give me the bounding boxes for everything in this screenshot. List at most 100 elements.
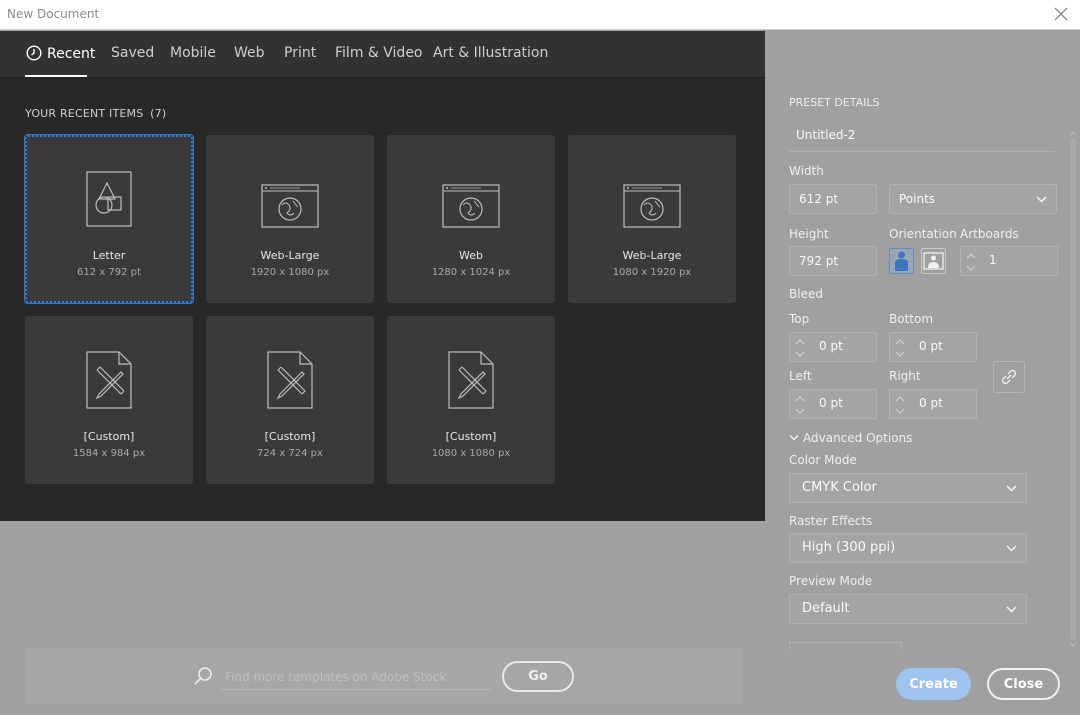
advanced-options-label: Advanced Options <box>803 431 913 445</box>
go-button[interactable]: Go <box>502 661 574 692</box>
color-mode-value: CMYK Color <box>802 480 877 495</box>
print-document-icon <box>86 171 132 227</box>
preset-name: Web-Large <box>622 249 682 262</box>
raster-effects-value: High (300 ppi) <box>802 540 896 555</box>
raster-effects-label: Raster Effects <box>789 514 873 528</box>
preset-card-web-large[interactable]: Web-Large 1920 x 1080 px <box>206 135 374 303</box>
stepper-arrows-icon[interactable] <box>965 250 977 274</box>
advanced-options-toggle[interactable]: Advanced Options <box>789 431 912 445</box>
bleed-left-value: 0 pt <box>819 396 843 410</box>
preset-dimensions: 612 x 792 pt <box>77 267 141 278</box>
window-title: New Document <box>7 7 100 21</box>
stepper-arrows-icon[interactable] <box>894 336 906 360</box>
orientation-label: Orientation <box>889 227 957 241</box>
presets-panel: Recent Saved Mobile Web Print Film & Vid… <box>0 31 765 521</box>
preset-name: Letter <box>92 249 126 262</box>
preset-card-letter[interactable]: Letter 612 x 792 pt <box>24 134 194 304</box>
chevron-down-icon <box>789 435 799 441</box>
recent-items-heading: YOUR RECENT ITEMS (7) <box>25 107 166 120</box>
stepper-arrows-icon[interactable] <box>794 393 806 417</box>
artboards-stepper[interactable]: 1 <box>960 246 1058 276</box>
bleed-left-label: Left <box>789 369 812 383</box>
category-tabs: Recent Saved Mobile Web Print Film & Vid… <box>0 31 765 78</box>
close-icon[interactable] <box>1052 5 1070 23</box>
tab-print[interactable]: Print <box>284 45 316 61</box>
units-value: Points <box>899 192 936 206</box>
close-button[interactable]: Close <box>987 668 1060 700</box>
recent-items-count: (7) <box>150 107 167 120</box>
preset-dimensions: 1920 x 1080 px <box>250 267 330 278</box>
portrait-orientation-button[interactable] <box>889 248 914 274</box>
preset-dimensions: 1080 x 1920 px <box>612 267 692 278</box>
preset-card-custom-1[interactable]: [Custom] 1584 x 984 px <box>25 316 193 484</box>
preset-card-web[interactable]: Web 1280 x 1024 px <box>387 135 555 303</box>
bleed-top-stepper[interactable]: 0 pt <box>789 332 877 362</box>
tab-recent[interactable]: Recent <box>26 45 95 62</box>
link-icon <box>1001 369 1017 385</box>
preset-card-custom-3[interactable]: [Custom] 1080 x 1080 px <box>387 316 555 484</box>
bleed-bottom-value: 0 pt <box>919 339 943 353</box>
chevron-down-icon <box>1006 485 1017 492</box>
chevron-down-icon <box>1006 545 1017 552</box>
chevron-down-icon <box>1006 606 1017 613</box>
bleed-label: Bleed <box>789 287 823 301</box>
preset-name: [Custom] <box>264 430 316 443</box>
bleed-bottom-label: Bottom <box>889 312 934 326</box>
bleed-right-value: 0 pt <box>919 396 943 410</box>
bleed-right-label: Right <box>889 369 921 383</box>
landscape-icon <box>923 252 944 270</box>
stepper-arrows-icon[interactable] <box>794 336 806 360</box>
stepper-arrows-icon[interactable] <box>894 393 906 417</box>
preset-name: Web <box>459 249 483 262</box>
web-globe-icon <box>623 184 681 228</box>
raster-effects-select[interactable]: High (300 ppi) <box>789 533 1027 563</box>
width-input[interactable]: 612 pt <box>789 184 877 214</box>
bleed-right-stepper[interactable]: 0 pt <box>889 389 977 419</box>
preview-mode-value: Default <box>802 601 850 616</box>
units-select[interactable]: Points <box>889 184 1057 214</box>
color-mode-select[interactable]: CMYK Color <box>789 473 1027 503</box>
artboards-label: Artboards <box>960 227 1019 241</box>
preset-details-heading: PRESET DETAILS <box>789 96 880 109</box>
search-icon <box>194 667 212 685</box>
preset-name: Web-Large <box>260 249 320 262</box>
panel-scrollbar[interactable] <box>1070 131 1076 651</box>
preset-details-panel: PRESET DETAILS Untitled-2 Width 612 pt P… <box>765 31 1080 715</box>
preview-mode-select[interactable]: Default <box>789 594 1027 624</box>
preset-dimensions: 1584 x 984 px <box>72 448 146 459</box>
link-bleed-button[interactable] <box>993 361 1025 393</box>
template-search-bar: Go <box>25 648 743 704</box>
stock-search-input[interactable] <box>221 664 493 690</box>
preview-mode-label: Preview Mode <box>789 574 873 588</box>
preset-card-web-large-portrait[interactable]: Web-Large 1080 x 1920 px <box>568 135 736 303</box>
web-globe-icon <box>261 184 319 228</box>
preset-card-custom-2[interactable]: [Custom] 724 x 724 px <box>206 316 374 484</box>
bleed-left-stepper[interactable]: 0 pt <box>789 389 877 419</box>
bleed-bottom-stepper[interactable]: 0 pt <box>889 332 977 362</box>
preset-dimensions: 1080 x 1080 px <box>431 448 511 459</box>
preset-dimensions: 724 x 724 px <box>257 448 323 459</box>
preset-name: [Custom] <box>445 430 497 443</box>
tab-saved[interactable]: Saved <box>111 45 154 61</box>
custom-document-icon <box>448 351 494 409</box>
preset-dimensions: 1280 x 1024 px <box>431 267 511 278</box>
title-bar: New Document <box>0 0 1080 30</box>
landscape-orientation-button[interactable] <box>921 248 946 274</box>
create-button[interactable]: Create <box>896 668 971 700</box>
more-template-field[interactable] <box>789 642 902 650</box>
preset-name: [Custom] <box>83 430 135 443</box>
height-input[interactable]: 792 pt <box>789 246 877 276</box>
web-globe-icon <box>442 184 500 228</box>
width-label: Width <box>789 164 824 178</box>
height-label: Height <box>789 227 829 241</box>
clock-icon <box>26 45 42 61</box>
tab-web[interactable]: Web <box>234 45 265 61</box>
document-name-field[interactable]: Untitled-2 <box>789 124 1055 152</box>
recent-items-title: YOUR RECENT ITEMS <box>25 107 144 120</box>
custom-document-icon <box>267 351 313 409</box>
artboards-value: 1 <box>989 253 997 267</box>
tab-art-illustration[interactable]: Art & Illustration <box>433 45 548 61</box>
tab-recent-label: Recent <box>47 46 96 62</box>
tab-mobile[interactable]: Mobile <box>170 45 216 61</box>
tab-film-video[interactable]: Film & Video <box>335 45 423 61</box>
